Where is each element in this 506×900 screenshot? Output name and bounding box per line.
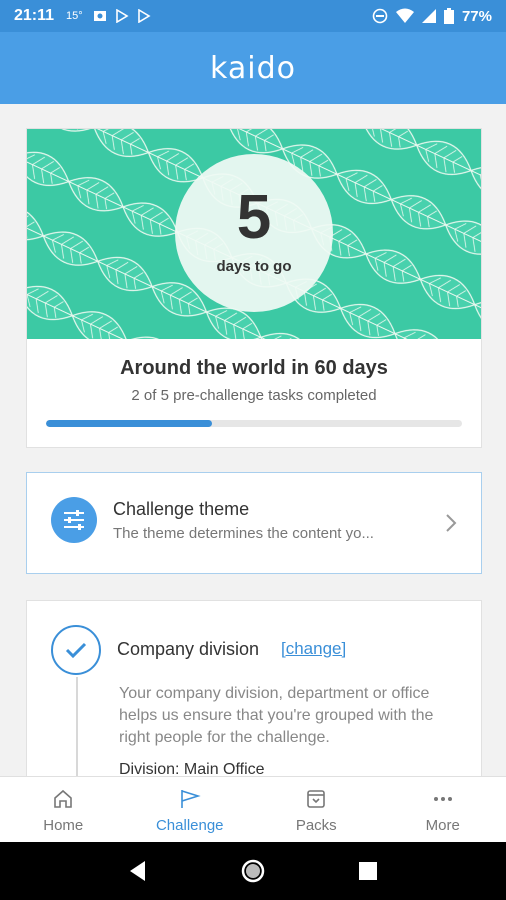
nav-challenge[interactable]: Challenge (127, 777, 254, 842)
countdown-circle: 5 days to go (175, 154, 333, 312)
battery-icon (443, 8, 454, 24)
nav-more-label: More (425, 817, 460, 834)
step-connector-line (76, 677, 78, 776)
company-division-card: Company division [change] Your company d… (26, 600, 482, 776)
main-content[interactable]: 5 days to go Around the world in 60 days… (0, 104, 506, 776)
nav-packs[interactable]: Packs (253, 777, 380, 842)
status-time: 21:11 (14, 7, 55, 24)
app-bar: kaido (0, 32, 506, 104)
division-description: Your company division, department or off… (119, 685, 434, 746)
signal-icon (421, 9, 436, 23)
photo-icon (93, 11, 106, 21)
bottom-nav: Home Challenge Packs More (0, 776, 506, 842)
sliders-icon (51, 497, 97, 543)
check-icon (51, 625, 101, 675)
nav-home-label: Home (43, 817, 84, 834)
challenge-title: Around the world in 60 days (120, 357, 388, 379)
challenge-theme-card[interactable]: Challenge theme The theme determines the… (26, 472, 482, 574)
play-store-icon (115, 9, 129, 23)
recents-icon[interactable] (355, 858, 381, 884)
home-icon (54, 789, 73, 808)
days-remaining: 5 (236, 183, 272, 252)
do-not-disturb-icon (372, 8, 388, 24)
nav-home[interactable]: Home (0, 777, 127, 842)
nav-packs-label: Packs (295, 817, 337, 834)
theme-description: The theme determines the content yo... (113, 525, 374, 542)
wifi-icon (395, 8, 414, 23)
home-button-icon[interactable] (240, 858, 266, 884)
countdown-card[interactable]: 5 days to go Around the world in 60 days… (26, 128, 482, 448)
division-title: Company division (117, 639, 260, 659)
app-logo: kaido (210, 50, 296, 86)
leaf-pattern-image: 5 days to go (27, 129, 481, 339)
more-icon (433, 797, 452, 801)
system-nav-bar (0, 842, 506, 900)
theme-title: Challenge theme (113, 499, 250, 519)
tasks-progress-text: 2 of 5 pre-challenge tasks completed (131, 387, 377, 404)
nav-more[interactable]: More (380, 777, 506, 842)
chevron-right-icon (446, 514, 457, 532)
status-bar: 21:11 15° 77% (0, 0, 506, 32)
pack-icon (307, 790, 326, 808)
tasks-progress-bar (46, 420, 462, 427)
battery-percent: 77% (461, 7, 492, 25)
tasks-progress-fill (46, 420, 213, 427)
days-label: days to go (216, 258, 292, 275)
play-store-icon (137, 9, 151, 23)
back-icon[interactable] (125, 858, 151, 884)
change-division-link[interactable]: [change] (281, 639, 346, 659)
nav-challenge-label: Challenge (155, 817, 224, 834)
flag-icon (180, 790, 201, 808)
division-value: Division: Main Office (119, 761, 265, 776)
status-temperature: 15° (66, 10, 83, 22)
